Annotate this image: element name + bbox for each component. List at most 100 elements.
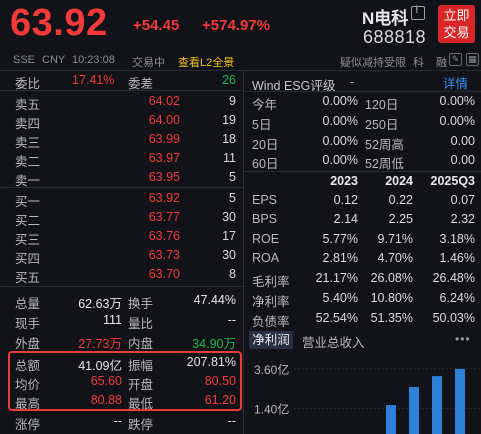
stat-value: 27.73万 [78,337,122,351]
chart-bar [409,386,419,434]
return-label: 今年 [252,98,278,112]
ask-row[interactable]: 卖三 63.99 18 [0,130,242,150]
year-header: 2023 [330,174,358,188]
return-label: 20日 [252,138,279,152]
ask-price: 64.00 [148,113,180,127]
fin-value: 0.07 [450,193,475,207]
fin-value: 21.17% [315,271,358,285]
bid-row[interactable]: 买五 63.70 8 [0,265,242,285]
ask-volume: 18 [222,132,236,146]
return-value: 0.00 [450,153,475,167]
bid-row[interactable]: 买一 63.92 5 [0,189,242,209]
fin-value: 0.22 [388,193,413,207]
fin-value: 4.70% [377,251,413,265]
trade-now-button[interactable]: 立即 交易 [438,5,475,43]
bid-label: 买五 [15,271,41,285]
fin-value: 2.32 [450,212,475,226]
fin-value: 2.25 [388,212,413,226]
return-label: 60日 [252,157,279,171]
bid-volume: 30 [222,248,236,262]
fin-value: 50.03% [432,311,475,325]
stat-row: 现手 111 量比 -- [0,310,242,331]
ask-price: 64.02 [148,94,180,108]
more-icon[interactable]: ••• [455,332,471,346]
stock-name: N电科 [362,9,409,28]
quote-header: 63.92 +54.45 +574.97% N电科 688818 立即 交易 [0,0,481,50]
divider [0,286,243,287]
bid-row[interactable]: 买二 63.77 30 [0,208,242,228]
fin-value: 26.48% [432,271,475,285]
esg-detail-link[interactable]: 详情 [443,73,468,92]
margin-tag: 融 [436,57,447,69]
l2-panorama-link[interactable]: 查看L2全景 [178,54,234,70]
return-value: 0.00 [450,134,475,148]
return-value: 0.00% [439,94,475,108]
tab-revenue[interactable]: 营业总收入 [302,332,365,351]
star-market-tag: 科 [413,57,424,69]
y-tick-label: 1.40亿 [254,402,289,417]
stat-row: 涨停 -- 跌停 -- [0,411,242,432]
ask-volume: 19 [222,113,236,127]
ask-row[interactable]: 卖一 63.95 5 [0,168,242,188]
stat-value: -- [227,414,236,428]
bid-volume: 17 [222,229,236,243]
fin-value: 1.46% [439,251,475,265]
return-label: 52周低 [365,157,404,171]
divider [244,171,481,172]
ask-volume: 5 [229,170,236,184]
y-tick-label: 3.60亿 [254,362,289,377]
bid-price: 63.70 [148,267,180,281]
fin-label: 负债率 [252,315,290,329]
fin-value: 3.18% [439,232,475,246]
stat-value: -- [113,414,122,428]
year-header: 2024 [385,174,413,188]
bid-price: 63.73 [148,248,180,262]
ask-price: 63.95 [148,170,180,184]
fin-value: 5.40% [322,291,358,305]
weibi-value: 17.41% [72,73,115,87]
ask-volume: 11 [223,151,236,165]
alert-icon[interactable] [411,4,425,20]
price-change: +54.45 [133,17,180,34]
bid-volume: 5 [229,191,236,205]
weibi-row: 委比 17.41% 委差 26 [0,71,242,91]
stock-code: 688818 [363,27,427,47]
fin-value: 0.12 [333,193,358,207]
edit-icon[interactable]: ✎ [449,53,462,66]
bid-row[interactable]: 买三 63.76 17 [0,227,242,247]
return-value: 0.00% [322,114,358,128]
last-price: 63.92 [10,2,108,44]
info-bar: SSE CNY 10:23:08 交易中 查看L2全景 疑似减持受限 科 融 ✎… [0,50,481,70]
fin-label: ROE [252,232,280,246]
fin-label: 毛利率 [252,275,290,289]
stat-value: 34.90万 [192,337,236,351]
ask-volume: 9 [229,94,236,108]
bid-price: 63.76 [148,229,180,243]
ask-row[interactable]: 卖五 64.02 9 [0,92,242,112]
weicha-value: 26 [222,73,236,87]
divider [0,90,243,91]
stat-label: 内盘 [128,337,154,351]
ask-row[interactable]: 卖四 64.00 19 [0,111,242,131]
trade-button-line1: 立即 [443,8,470,23]
return-label: 5日 [252,118,272,132]
chart-bar [386,405,396,434]
ask-row[interactable]: 卖二 63.97 11 [0,149,242,169]
bid-row[interactable]: 买四 63.73 30 [0,246,242,266]
fin-value: 9.71% [377,232,413,246]
price-change-pct: +574.97% [202,17,270,34]
net-profit-chart: 3.60亿 1.40亿 [254,362,481,434]
layout-icon[interactable]: ▦ [466,53,479,66]
stat-value: 47.44% [193,293,236,307]
tab-net-profit[interactable]: 净利润 [249,331,293,349]
fin-label: 净利率 [252,295,290,309]
fin-value: 2.81% [322,251,358,265]
return-value: 0.00% [322,134,358,148]
stat-label: 涨停 [15,418,41,432]
esg-value: - [350,75,355,89]
fin-label: BPS [252,212,278,226]
reduction-notice[interactable]: 疑似减持受限 [340,54,406,70]
return-label: 250日 [365,118,399,132]
bid-volume: 30 [222,210,236,224]
return-value: 0.00% [322,153,358,167]
